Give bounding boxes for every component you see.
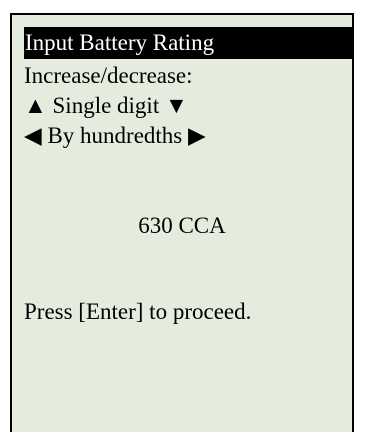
battery-rating-value[interactable]: 630 CCA [12,211,352,241]
title-bar: Input Battery Rating [24,27,352,59]
device-screen: Input Battery Rating Increase/decrease: … [10,13,354,432]
left-arrow-icon: ◀ [24,123,42,148]
instruction-text: Increase/decrease: [24,63,193,88]
single-digit-label: Single digit [52,93,160,118]
right-arrow-icon: ▶ [188,123,206,148]
hundredths-row: ◀ By hundredths ▶ [24,121,206,151]
page-title: Input Battery Rating [25,30,215,55]
hundredths-label: By hundredths [47,123,183,148]
down-arrow-icon: ▼ [164,93,188,118]
proceed-prompt: Press [Enter] to proceed. [24,299,252,324]
up-arrow-icon: ▲ [24,93,47,118]
single-digit-row: ▲ Single digit ▼ [24,91,188,121]
